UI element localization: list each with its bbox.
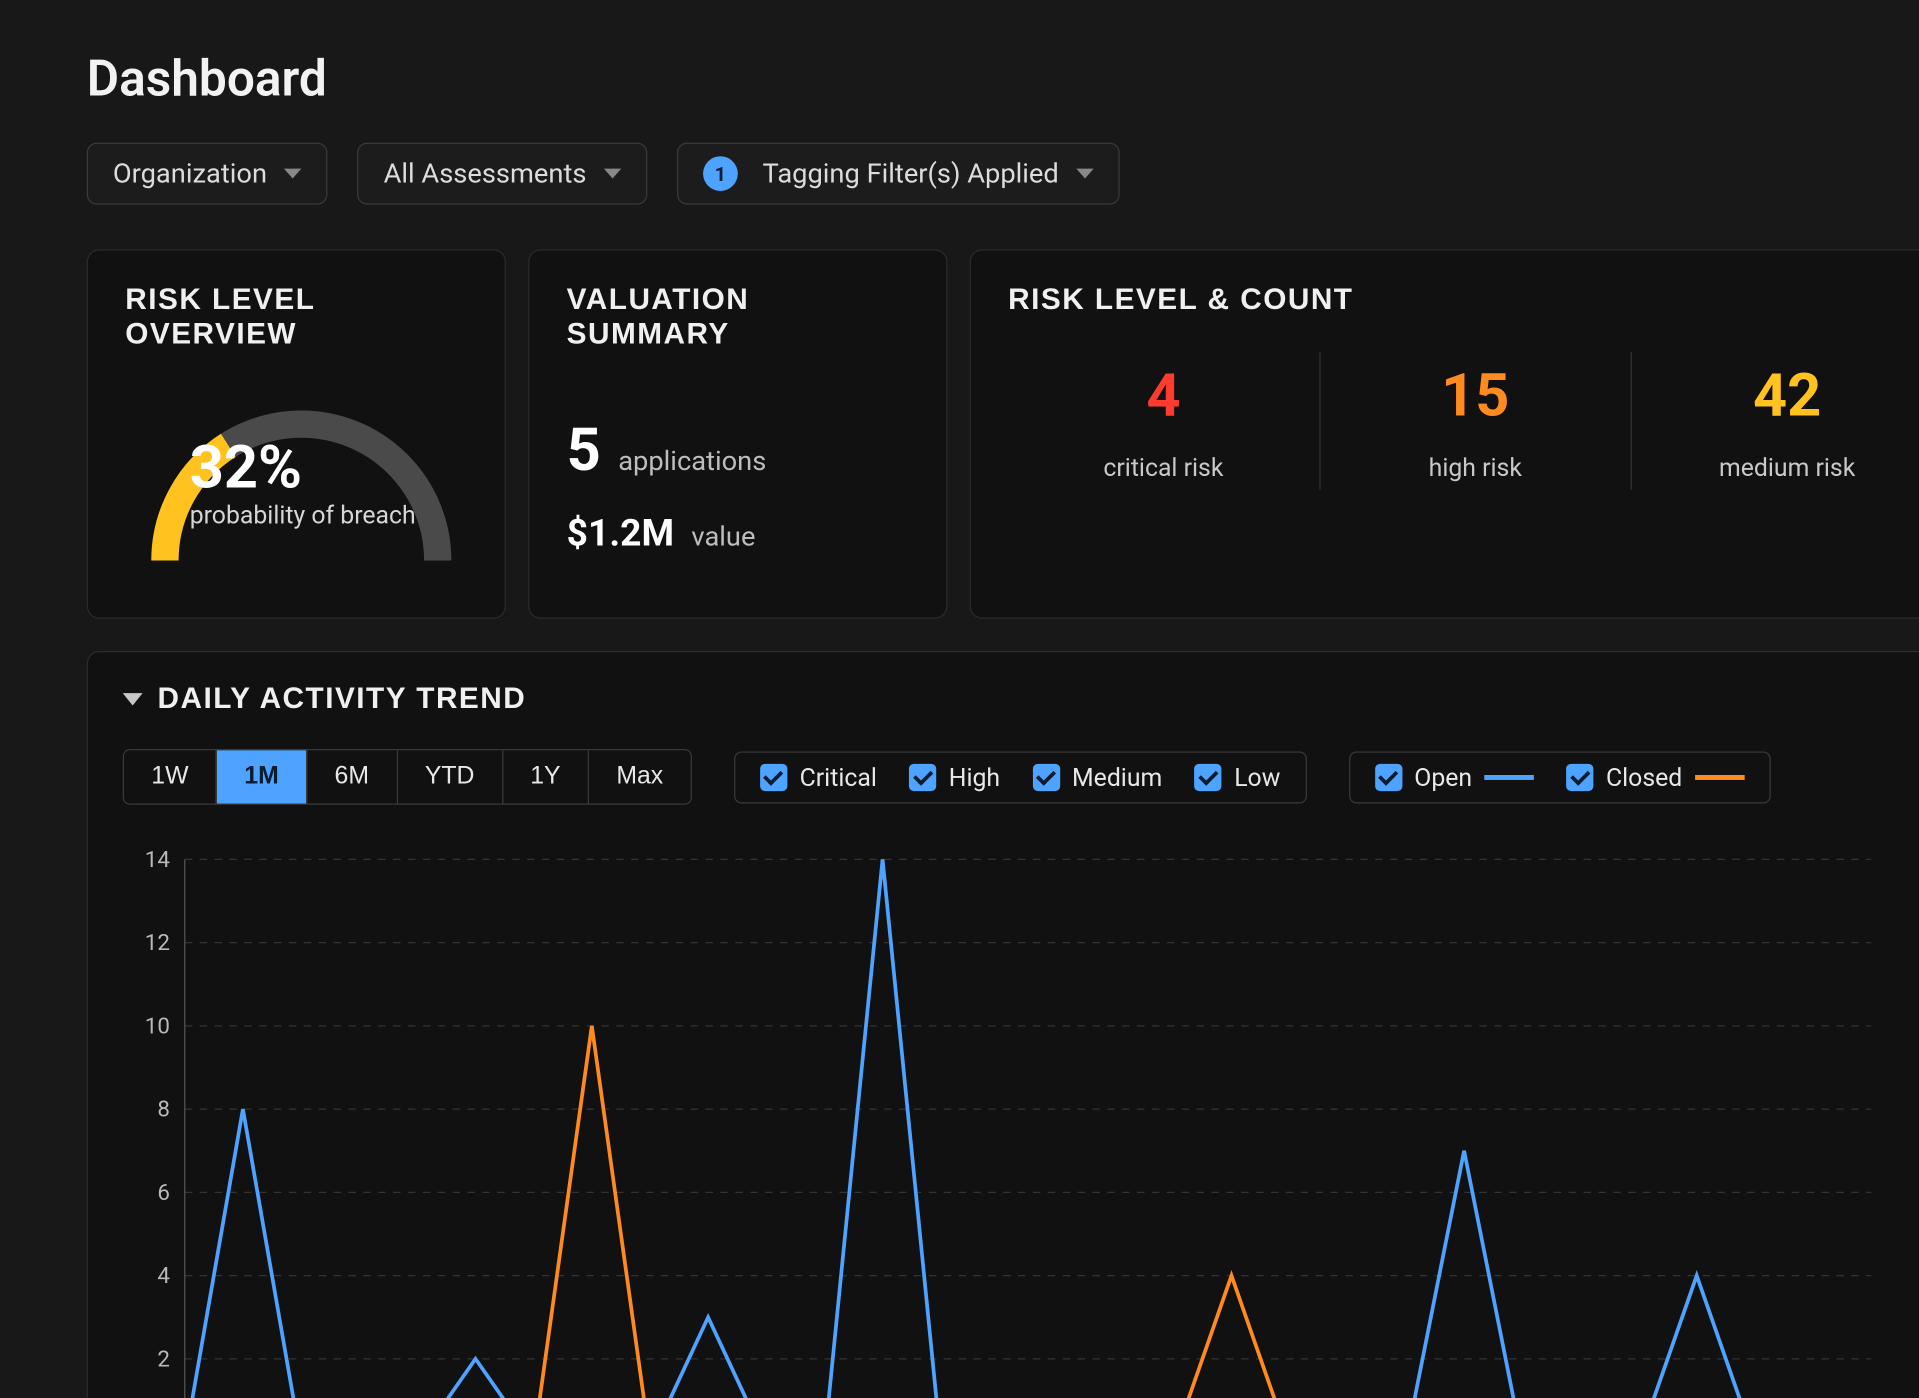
time-range-1w[interactable]: 1W bbox=[124, 750, 216, 803]
checkbox-icon bbox=[909, 763, 936, 790]
breach-probability-value: 32% bbox=[190, 432, 416, 503]
organization-dropdown[interactable]: Organization bbox=[87, 143, 328, 205]
chevron-down-icon bbox=[123, 693, 143, 705]
risk-filter-high[interactable]: High bbox=[909, 762, 1000, 792]
risk-count-value: 15 bbox=[1320, 360, 1631, 431]
svg-text:8: 8 bbox=[157, 1097, 170, 1123]
status-filter-checkboxes: Open Closed bbox=[1349, 751, 1771, 803]
svg-text:12: 12 bbox=[145, 930, 170, 956]
checkbox-label: Critical bbox=[800, 762, 877, 792]
tagging-filter-count-badge: 1 bbox=[703, 156, 738, 191]
risk-count-item: 4 critical risk bbox=[1008, 352, 1319, 490]
checkbox-label: Open bbox=[1414, 762, 1472, 792]
chevron-down-icon bbox=[604, 169, 621, 179]
svg-text:6: 6 bbox=[157, 1180, 170, 1206]
applications-label: applications bbox=[618, 446, 766, 477]
checkbox-icon bbox=[1375, 763, 1402, 790]
filters-bar: Organization All Assessments 1 Tagging F… bbox=[87, 143, 1919, 205]
risk-count-label: critical risk bbox=[1008, 453, 1319, 483]
risk-count-item: 42 medium risk bbox=[1631, 352, 1919, 490]
card-title: RISK LEVEL OVERVIEW bbox=[125, 283, 467, 352]
risk-filter-low[interactable]: Low bbox=[1195, 762, 1281, 792]
status-filter-closed[interactable]: Closed bbox=[1566, 762, 1744, 792]
time-range-6m[interactable]: 6M bbox=[306, 750, 396, 803]
tagging-filter-label: Tagging Filter(s) Applied bbox=[763, 158, 1059, 189]
status-filter-open[interactable]: Open bbox=[1375, 762, 1535, 792]
chevron-down-icon bbox=[284, 169, 301, 179]
activity-trend-chart: 02468101214Dec 5Dec 10Dec 15Dec 20Dec 25… bbox=[123, 835, 1919, 1398]
risk-filter-medium[interactable]: Medium bbox=[1032, 762, 1162, 792]
checkbox-icon bbox=[1195, 763, 1222, 790]
breach-probability-label: probability of breach bbox=[190, 500, 416, 530]
risk-filter-checkboxes: Critical High Medium Low bbox=[734, 751, 1306, 803]
svg-text:2: 2 bbox=[157, 1346, 170, 1372]
time-range-1m[interactable]: 1M bbox=[216, 750, 306, 803]
valuation-label: value bbox=[691, 522, 755, 553]
card-title: VALUATION SUMMARY bbox=[567, 283, 909, 352]
organization-dropdown-label: Organization bbox=[113, 158, 267, 189]
legend-stroke-icon bbox=[1695, 774, 1745, 779]
checkbox-label: Closed bbox=[1606, 762, 1682, 792]
summary-cards-row: RISK LEVEL OVERVIEW 32% probability of b… bbox=[87, 249, 1919, 619]
card-title: RISK LEVEL & COUNT bbox=[1008, 283, 1919, 318]
daily-activity-trend-card: DAILY ACTIVITY TREND 1W1M6MYTD1YMax Crit… bbox=[87, 651, 1919, 1398]
risk-count-value: 42 bbox=[1632, 360, 1919, 431]
risk-count-label: medium risk bbox=[1632, 453, 1919, 483]
svg-text:14: 14 bbox=[145, 847, 171, 873]
svg-text:10: 10 bbox=[145, 1013, 170, 1039]
risk-count-item: 15 high risk bbox=[1319, 352, 1631, 490]
tagging-filter-dropdown[interactable]: 1 Tagging Filter(s) Applied bbox=[677, 143, 1120, 205]
checkbox-label: High bbox=[949, 762, 1000, 792]
valuation-summary-card: VALUATION SUMMARY 5 applications $1.2M v… bbox=[528, 249, 947, 619]
time-range-ytd[interactable]: YTD bbox=[396, 750, 501, 803]
checkbox-icon bbox=[1566, 763, 1593, 790]
page-title: Dashboard bbox=[87, 50, 1919, 108]
risk-level-overview-card: RISK LEVEL OVERVIEW 32% probability of b… bbox=[87, 249, 506, 619]
checkbox-icon bbox=[760, 763, 787, 790]
checkbox-icon bbox=[1032, 763, 1059, 790]
time-range-segmented: 1W1M6MYTD1YMax bbox=[123, 749, 692, 805]
trend-header[interactable]: DAILY ACTIVITY TREND bbox=[123, 682, 1919, 717]
checkbox-label: Low bbox=[1234, 762, 1280, 792]
valuation-amount: $1.2M bbox=[567, 512, 674, 555]
assessments-dropdown[interactable]: All Assessments bbox=[358, 143, 648, 205]
time-range-max[interactable]: Max bbox=[588, 750, 691, 803]
risk-filter-critical[interactable]: Critical bbox=[760, 762, 877, 792]
risk-count-label: high risk bbox=[1320, 453, 1631, 483]
time-range-1y[interactable]: 1Y bbox=[502, 750, 588, 803]
risk-level-counts: 4critical risk15high risk42medium risk73… bbox=[1008, 352, 1919, 490]
assessments-dropdown-label: All Assessments bbox=[384, 158, 587, 189]
applications-count: 5 bbox=[567, 414, 601, 485]
trend-title: DAILY ACTIVITY TREND bbox=[157, 682, 526, 717]
risk-count-value: 4 bbox=[1008, 360, 1319, 431]
legend-stroke-icon bbox=[1484, 774, 1534, 779]
checkbox-label: Medium bbox=[1072, 762, 1162, 792]
breach-probability-gauge: 32% probability of breach bbox=[125, 374, 467, 572]
chevron-down-icon bbox=[1076, 169, 1093, 179]
svg-text:4: 4 bbox=[157, 1263, 170, 1289]
risk-level-count-card: RISK LEVEL & COUNT 4 critical risk15 high … bbox=[970, 249, 1919, 619]
trend-controls: 1W1M6MYTD1YMax Critical High Medium Low Ope… bbox=[123, 749, 1919, 805]
